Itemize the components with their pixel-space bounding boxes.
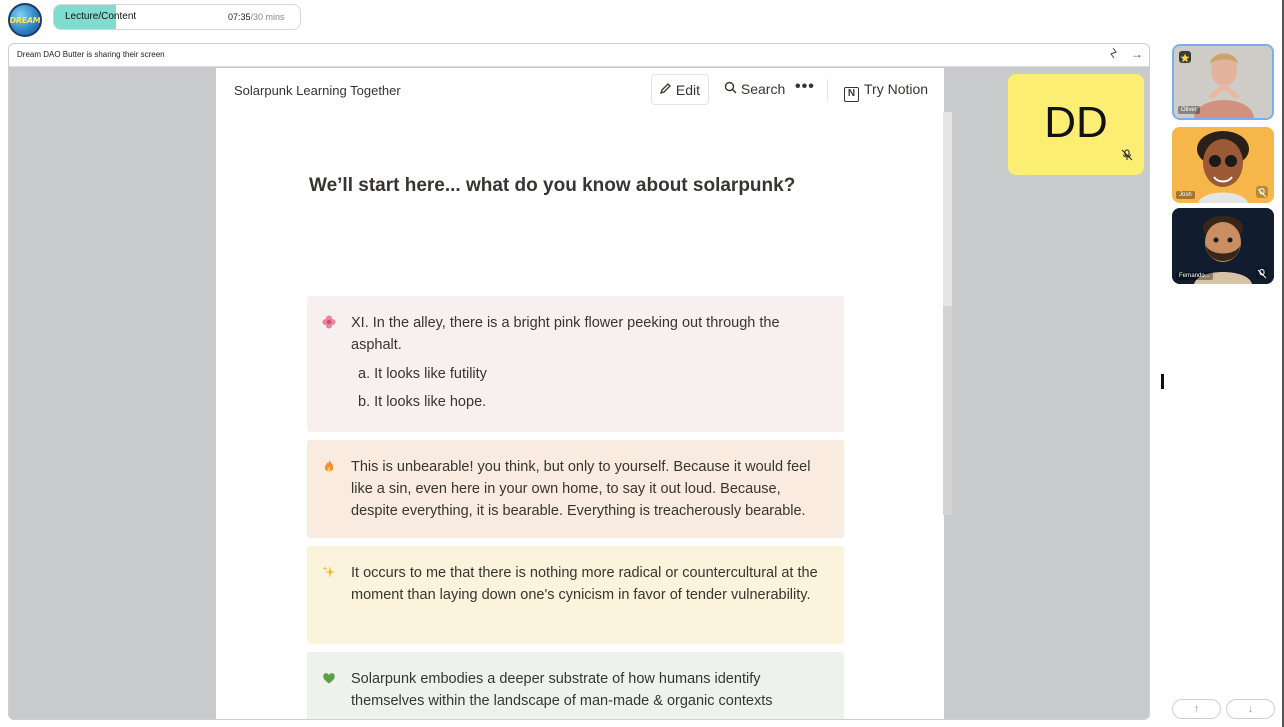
flower-icon xyxy=(322,314,336,329)
speaker-tile[interactable]: DD xyxy=(1008,74,1144,175)
dream-logo: DREAM xyxy=(8,3,42,37)
muted-mic-icon xyxy=(1121,148,1133,166)
list-item: b. It looks like hope. xyxy=(358,394,487,410)
list-item: a. It looks like futility xyxy=(358,366,487,382)
try-notion-button[interactable]: N Try Notion xyxy=(844,81,928,102)
scroll-up-button[interactable]: ↑ xyxy=(1172,699,1221,719)
participant-name: Oliver xyxy=(1178,106,1200,114)
search-icon xyxy=(724,81,741,97)
edit-button[interactable]: Edit xyxy=(651,74,709,105)
arrow-right-icon[interactable]: → xyxy=(1131,47,1143,62)
participant-tile-fernando[interactable]: Fernando... xyxy=(1172,208,1274,284)
callout-text: XI. In the alley, there is a bright pink… xyxy=(351,315,780,353)
callout-text: It occurs to me that there is nothing mo… xyxy=(351,565,818,603)
toolbar-divider xyxy=(827,79,828,101)
try-notion-label: Try Notion xyxy=(864,81,929,97)
notion-page[interactable]: Solarpunk Learning Together Edit Search … xyxy=(216,68,944,719)
callout-green-heart: Solarpunk embodies a deeper substrate of… xyxy=(307,652,844,719)
text-cursor xyxy=(1161,374,1164,389)
participant-name: Fernando... xyxy=(1176,272,1213,280)
agenda-timer: 07:35/30 mins xyxy=(228,12,285,22)
total-time: /30 mins xyxy=(250,12,285,22)
scrollbar-thumb[interactable] xyxy=(943,306,952,515)
callout-text: Solarpunk embodies a deeper substrate of… xyxy=(351,671,773,709)
screen-share-title: Dream DAO Butter is sharing their screen xyxy=(17,50,165,59)
participant-tile-oliver[interactable]: Oliver xyxy=(1172,44,1274,120)
callout-fire: This is unbearable! you think, but only … xyxy=(307,440,844,538)
agenda-progress[interactable]: Lecture/Content 07:35/30 mins xyxy=(53,4,301,30)
screen-share-controls: → xyxy=(1107,47,1143,62)
muted-mic-icon xyxy=(1256,267,1268,279)
screen-share-header: Dream DAO Butter is sharing their screen… xyxy=(9,44,1149,67)
search-label: Search xyxy=(740,81,786,97)
star-icon xyxy=(1179,51,1191,63)
pop-out-icon[interactable] xyxy=(1107,47,1119,62)
search-button[interactable]: Search xyxy=(724,81,785,97)
agenda-label: Lecture/Content xyxy=(65,11,137,22)
participant-tile-josh[interactable]: Josh xyxy=(1172,127,1274,203)
green-heart-icon xyxy=(322,670,336,684)
more-options-icon[interactable]: ••• xyxy=(795,78,815,96)
breadcrumb[interactable]: Solarpunk Learning Together xyxy=(234,83,401,98)
notion-topbar: Solarpunk Learning Together Edit Search … xyxy=(216,68,944,112)
pencil-icon xyxy=(659,82,676,98)
fire-icon xyxy=(322,458,336,472)
notion-logo-icon: N xyxy=(844,87,859,102)
muted-mic-icon xyxy=(1256,186,1268,198)
callout-flower: XI. In the alley, there is a bright pink… xyxy=(307,296,844,432)
speaker-initials: DD xyxy=(1044,98,1108,147)
elapsed-time: 07:35 xyxy=(228,12,251,22)
participant-name: Josh xyxy=(1176,191,1195,199)
edit-label: Edit xyxy=(675,82,701,98)
page-heading: We’ll start here... what do you know abo… xyxy=(309,175,796,196)
callout-text: This is unbearable! you think, but only … xyxy=(351,459,811,519)
callout-sparkles: It occurs to me that there is nothing mo… xyxy=(307,546,844,644)
sparkles-icon xyxy=(322,564,336,578)
callout-sublist: a. It looks like futility b. It looks li… xyxy=(351,361,828,415)
scroll-down-button[interactable]: ↓ xyxy=(1226,699,1275,719)
screen-share-panel: Dream DAO Butter is sharing their screen… xyxy=(8,43,1150,720)
